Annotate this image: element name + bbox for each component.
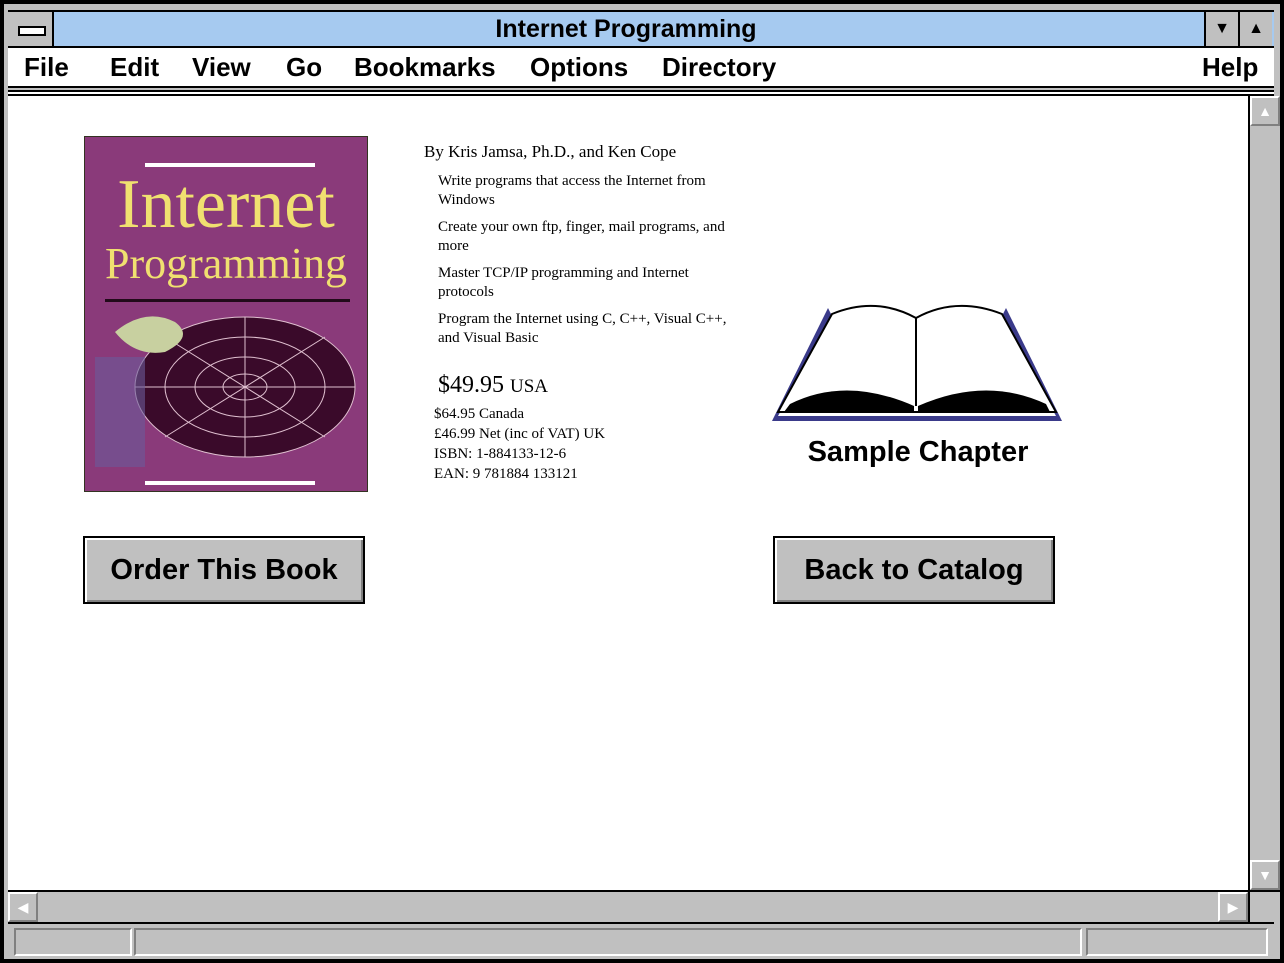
price-uk: £46.99 Net (inc of VAT) UK [434, 426, 606, 442]
menu-view[interactable]: View [192, 50, 251, 84]
scrollbar-corner [1248, 890, 1280, 922]
isbn: ISBN: 1-884133-12-6 [434, 446, 567, 462]
horizontal-scrollbar[interactable]: ◀ ▶ [8, 890, 1248, 922]
status-panel-left [14, 928, 132, 956]
scroll-down-button[interactable]: ▼ [1250, 860, 1280, 890]
status-bar [8, 922, 1274, 959]
back-to-catalog-button[interactable]: Back to Catalog [773, 536, 1055, 604]
price-details: $64.95 Canada £46.99 Net (inc of VAT) UK… [434, 404, 605, 484]
status-panel-main [134, 928, 1082, 956]
menu-directory[interactable]: Directory [662, 50, 776, 84]
page-content: Internet Programming By Kris Jamsa, Ph.D… [8, 96, 1248, 890]
price-canada: $64.95 Canada [434, 406, 524, 422]
title-bar[interactable]: Internet Programming ▼ ▲ [8, 10, 1274, 48]
triangle-up-icon: ▲ [1248, 20, 1264, 37]
sample-chapter-link[interactable]: Sample Chapter [768, 436, 1068, 469]
window-title: Internet Programming [495, 15, 757, 43]
menu-go[interactable]: Go [286, 50, 322, 84]
scroll-left-button[interactable]: ◀ [8, 892, 38, 922]
triangle-down-icon: ▼ [1214, 20, 1230, 37]
scroll-up-button[interactable]: ▲ [1250, 96, 1280, 126]
maximize-button[interactable]: ▲ [1238, 12, 1272, 46]
arrow-right-icon: ▶ [1227, 898, 1239, 915]
menu-bookmarks[interactable]: Bookmarks [354, 50, 496, 84]
price-usa: $49.95 USA [438, 372, 548, 399]
system-menu-icon [18, 26, 46, 36]
cover-title-line1: Internet [117, 166, 335, 243]
price-usa-suffix: USA [510, 376, 549, 397]
feature-item: Program the Internet using C, C++, Visua… [438, 311, 727, 346]
arrow-up-icon: ▲ [1258, 103, 1272, 119]
menu-file[interactable]: File [24, 50, 69, 84]
system-menu-button[interactable] [8, 12, 54, 46]
open-book-icon[interactable] [766, 296, 1066, 426]
feature-item: Create your own ftp, finger, mail progra… [438, 219, 725, 254]
menu-help[interactable]: Help [1202, 50, 1258, 84]
feature-item: Write programs that access the Internet … [438, 173, 706, 208]
price-usa-value: $49.95 [438, 372, 504, 398]
order-book-button[interactable]: Order This Book [83, 536, 365, 604]
menu-bar: File Edit View Go Bookmarks Options Dire… [8, 48, 1274, 88]
cover-title-line2: Programming [105, 239, 347, 288]
arrow-down-icon: ▼ [1258, 867, 1272, 883]
ean: EAN: 9 781884 133121 [434, 466, 578, 482]
status-panel-right [1086, 928, 1268, 956]
book-author: By Kris Jamsa, Ph.D., and Ken Cope [424, 142, 677, 161]
menu-edit[interactable]: Edit [110, 50, 159, 84]
arrow-left-icon: ◀ [17, 898, 29, 915]
minimize-button[interactable]: ▼ [1204, 12, 1238, 46]
book-cover-image[interactable]: Internet Programming [84, 136, 368, 492]
menu-options[interactable]: Options [530, 50, 628, 84]
scroll-right-button[interactable]: ▶ [1218, 892, 1248, 922]
vertical-scrollbar[interactable]: ▲ ▼ [1248, 96, 1280, 890]
feature-list: Write programs that access the Internet … [438, 172, 738, 356]
feature-item: Master TCP/IP programming and Internet p… [438, 265, 689, 300]
